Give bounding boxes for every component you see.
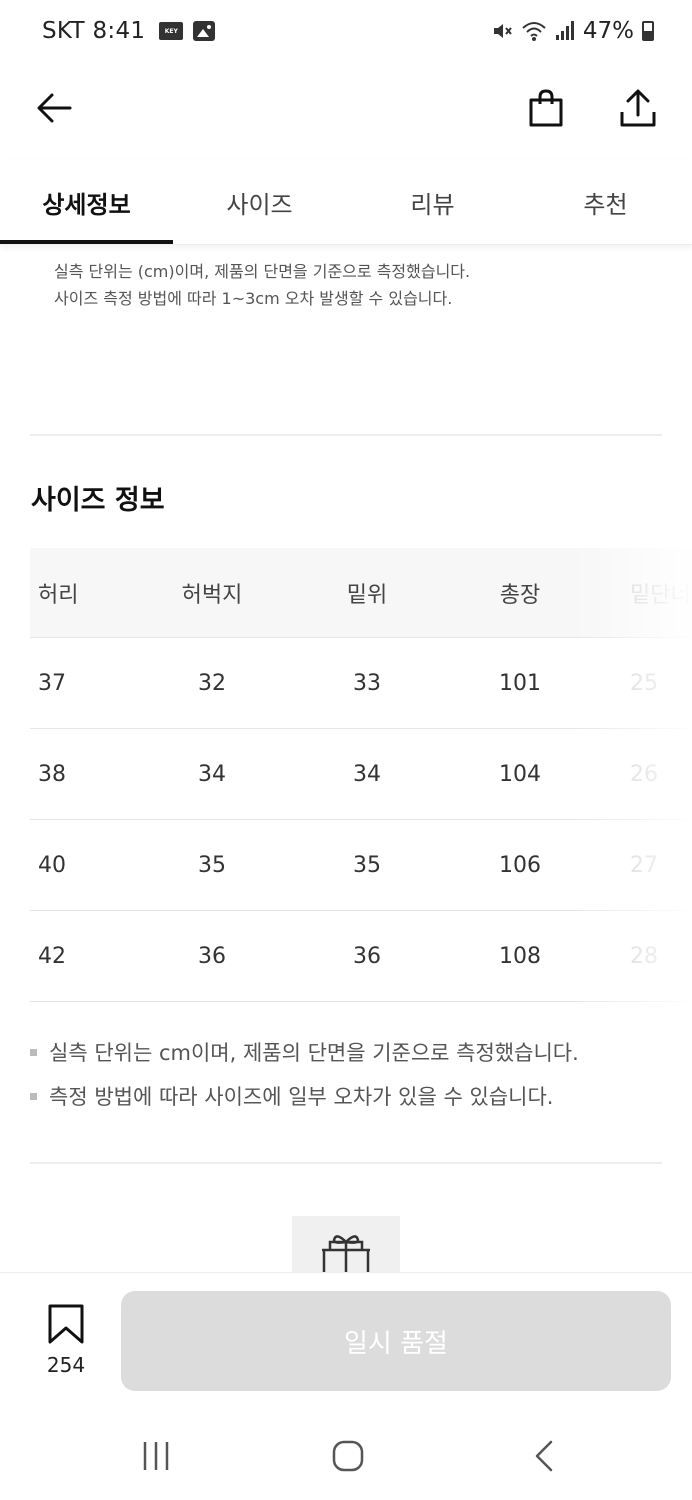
- bullet-icon: [30, 1092, 37, 1100]
- gift-box-icon: [322, 1235, 370, 1272]
- table-row: 42 36 36 108 28: [30, 911, 692, 1002]
- header-length: 총장: [499, 582, 541, 608]
- status-bar: SKT 8:41 KEY 47%: [0, 0, 692, 68]
- gallery-icon: [193, 21, 216, 41]
- table-row: 38 34 34 104 26: [30, 729, 692, 820]
- signal-icon: [555, 21, 574, 40]
- battery-percent: 47%: [582, 18, 634, 44]
- table-cell: 101: [499, 670, 541, 696]
- product-image-thumbnail[interactable]: [292, 1216, 400, 1274]
- table-cell: 40: [38, 852, 66, 878]
- table-cell: 37: [38, 670, 66, 696]
- system-navigation-bar: [0, 1412, 692, 1500]
- table-cell: 35: [353, 852, 381, 878]
- tab-size[interactable]: 사이즈: [173, 160, 346, 244]
- bookmark-button[interactable]: 254: [40, 1303, 92, 1383]
- shopping-bag-icon: [529, 89, 563, 127]
- carrier-time: SKT 8:41: [42, 18, 146, 44]
- table-cell: 35: [198, 852, 226, 878]
- table-cell: 36: [353, 943, 381, 969]
- table-cell: 38: [38, 761, 66, 787]
- recent-apps-icon: [143, 1442, 169, 1470]
- measurement-note-line: 실측 단위는 (cm)이며, 제품의 단면을 기준으로 측정했습니다.: [54, 262, 471, 281]
- top-navigation: [0, 68, 692, 148]
- soldout-button[interactable]: 일시 품절: [121, 1291, 671, 1391]
- tab-review[interactable]: 리뷰: [346, 160, 519, 244]
- header-rise: 밑위: [346, 582, 388, 608]
- table-row: 40 35 35 106 27: [30, 820, 692, 911]
- size-note-text: 실측 단위는 cm이며, 제품의 단면을 기준으로 측정했습니다.: [49, 1041, 579, 1065]
- back-icon: [535, 1440, 553, 1472]
- table-cell: 26: [630, 761, 658, 787]
- table-cell: 42: [38, 943, 66, 969]
- share-button[interactable]: [614, 84, 662, 132]
- divider: [30, 434, 662, 436]
- table-cell: 106: [499, 852, 541, 878]
- wifi-icon: [522, 22, 546, 41]
- share-icon: [620, 89, 656, 127]
- purchase-action-bar: 254 일시 품절: [0, 1272, 692, 1412]
- table-cell: 28: [630, 943, 658, 969]
- product-detail-screen: SKT 8:41 KEY 47% 상세정보 사이즈 리뷰 추천 실측 단위는 (…: [0, 0, 692, 1500]
- table-row: 37 32 33 101 25: [30, 638, 692, 729]
- tab-recommend[interactable]: 추천: [519, 160, 692, 244]
- table-cell: 36: [198, 943, 226, 969]
- size-note-item: 실측 단위는 cm이며, 제품의 단면을 기준으로 측정했습니다.: [30, 1030, 662, 1074]
- bullet-icon: [30, 1048, 37, 1056]
- detail-tabs: 상세정보 사이즈 리뷰 추천: [0, 160, 692, 245]
- tab-detail[interactable]: 상세정보: [0, 160, 173, 244]
- size-table[interactable]: 허리 허벅지 밑위 총장 밑단너 37 32 33 101 25 38 34 3…: [30, 548, 692, 1003]
- status-left: SKT 8:41 KEY: [42, 18, 216, 44]
- back-arrow-icon: [37, 93, 72, 123]
- home-button[interactable]: [324, 1434, 372, 1478]
- header-thigh: 허벅지: [181, 582, 243, 608]
- size-note-text: 측정 방법에 따라 사이즈에 일부 오차가 있을 수 있습니다.: [49, 1085, 554, 1109]
- home-icon: [332, 1440, 364, 1472]
- key-icon: KEY: [159, 22, 184, 40]
- divider: [30, 1162, 662, 1164]
- shopping-bag-button[interactable]: [522, 84, 570, 132]
- measurement-note: 실측 단위는 (cm)이며, 제품의 단면을 기준으로 측정했습니다. 사이즈 …: [54, 258, 470, 312]
- bookmark-count: 254: [46, 1353, 86, 1377]
- mute-icon: [493, 24, 512, 38]
- header-waist: 허리: [38, 582, 79, 608]
- system-back-button[interactable]: [520, 1434, 568, 1478]
- bookmark-icon: [48, 1304, 84, 1344]
- status-right: 47%: [491, 18, 654, 44]
- table-cell: 108: [499, 943, 541, 969]
- table-cell: 34: [353, 761, 381, 787]
- recent-apps-button[interactable]: [132, 1434, 180, 1478]
- size-info-title: 사이즈 정보: [31, 485, 165, 516]
- table-cell: 34: [198, 761, 226, 787]
- table-cell: 27: [630, 852, 658, 878]
- table-cell: 32: [198, 670, 226, 696]
- size-note-item: 측정 방법에 따라 사이즈에 일부 오차가 있을 수 있습니다.: [30, 1074, 662, 1118]
- measurement-note-line: 사이즈 측정 방법에 따라 1~3cm 오차 발생할 수 있습니다.: [54, 289, 453, 308]
- battery-icon: [642, 21, 654, 41]
- table-cell: 33: [353, 670, 381, 696]
- table-cell: 25: [630, 670, 658, 696]
- size-notes: 실측 단위는 cm이며, 제품의 단면을 기준으로 측정했습니다. 측정 방법에…: [30, 1030, 662, 1118]
- table-cell: 104: [499, 761, 541, 787]
- back-button[interactable]: [30, 84, 78, 132]
- table-header: 허리 허벅지 밑위 총장 밑단너: [30, 548, 692, 638]
- header-hem: 밑단너: [630, 582, 691, 608]
